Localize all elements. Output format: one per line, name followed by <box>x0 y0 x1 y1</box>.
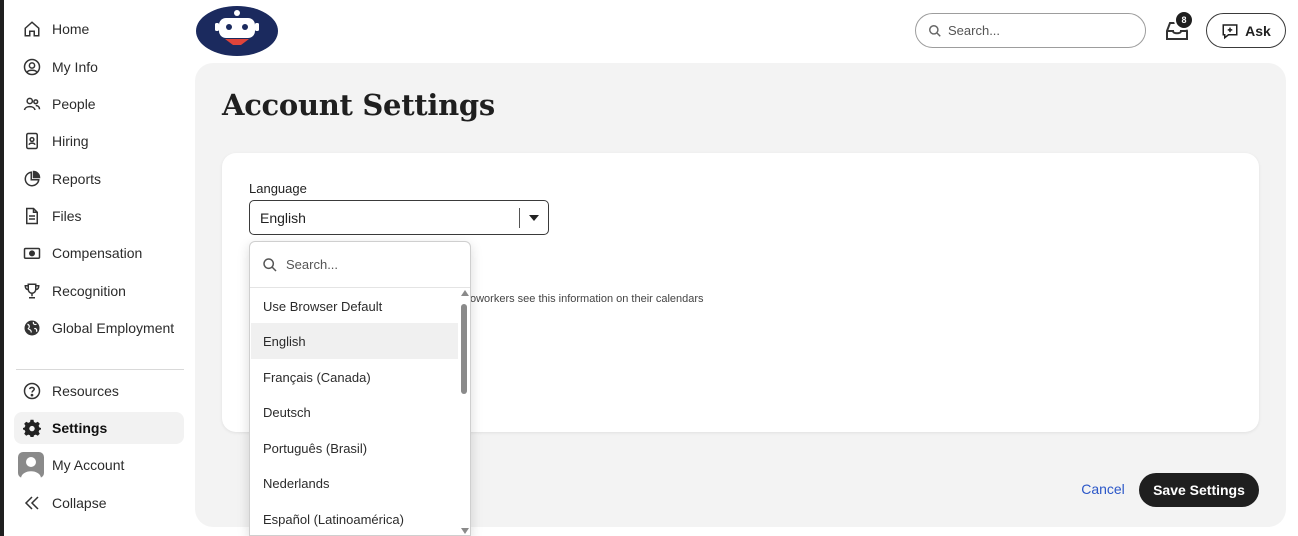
sidebar-divider <box>16 369 184 370</box>
avatar-icon <box>18 452 44 478</box>
save-settings-button[interactable]: Save Settings <box>1139 473 1259 507</box>
page-title: Account Settings <box>222 88 495 122</box>
sidebar-item-label: My Account <box>52 457 125 473</box>
double-chevron-left-icon <box>22 493 42 513</box>
sidebar-item-label: Hiring <box>52 133 89 149</box>
language-option[interactable]: Use Browser Default <box>251 288 458 324</box>
cancel-button[interactable]: Cancel <box>1076 478 1130 500</box>
help-circle-icon <box>22 381 42 401</box>
sidebar-item-collapse[interactable]: Collapse <box>14 487 184 519</box>
language-option[interactable]: Deutsch <box>251 394 458 430</box>
sidebar-item-hiring[interactable]: Hiring <box>14 125 184 157</box>
sidebar-item-resources[interactable]: Resources <box>14 375 184 407</box>
chevron-down-icon[interactable] <box>520 208 548 228</box>
sidebar-item-people[interactable]: People <box>14 88 184 120</box>
search-input[interactable] <box>948 23 1128 38</box>
language-option[interactable]: English <box>251 323 458 359</box>
sidebar-item-my-account[interactable]: My Account <box>14 449 184 481</box>
sidebar-item-compensation[interactable]: Compensation <box>14 237 184 269</box>
scroll-up-arrow-icon[interactable] <box>461 290 469 296</box>
language-option[interactable]: Español (Latinoamérica) <box>251 501 458 535</box>
global-search[interactable] <box>915 13 1146 48</box>
sidebar-item-settings[interactable]: Settings <box>14 412 184 444</box>
language-select-value: English <box>260 209 306 226</box>
sidebar-item-label: Files <box>52 208 82 224</box>
scroll-down-arrow-icon[interactable] <box>461 528 469 534</box>
sidebar: Home My Info People Hiring Reports Files <box>4 0 190 536</box>
sidebar-item-label: Home <box>52 21 90 37</box>
sidebar-item-my-info[interactable]: My Info <box>14 51 184 83</box>
language-label: Language <box>249 181 307 196</box>
sidebar-item-label: Resources <box>52 383 119 399</box>
pie-chart-icon <box>22 169 42 189</box>
dropdown-search-input[interactable] <box>286 257 456 272</box>
sidebar-item-label: My Info <box>52 59 98 75</box>
people-icon <box>22 94 42 114</box>
sidebar-item-label: Reports <box>52 171 102 187</box>
dropdown-search[interactable] <box>250 242 470 288</box>
language-option[interactable]: Português (Brasil) <box>251 430 458 466</box>
sidebar-item-label: People <box>52 96 96 112</box>
sidebar-item-label: Recognition <box>52 283 126 299</box>
sidebar-item-global-employment[interactable]: Global Employment <box>14 312 184 344</box>
scrollbar-thumb[interactable] <box>461 304 467 394</box>
user-circle-icon <box>22 57 42 77</box>
sidebar-item-reports[interactable]: Reports <box>14 163 184 195</box>
id-badge-icon <box>22 131 42 151</box>
money-icon <box>22 243 42 263</box>
language-dropdown: Use Browser Default English Français (Ca… <box>249 241 471 536</box>
globe-icon <box>22 318 42 338</box>
ask-label: Ask <box>1245 22 1271 39</box>
notification-badge: 8 <box>1174 10 1194 30</box>
language-select[interactable]: English <box>249 200 549 235</box>
sidebar-item-label: Compensation <box>52 245 143 261</box>
chat-plus-icon <box>1221 22 1239 40</box>
sidebar-item-label: Collapse <box>52 495 107 511</box>
trophy-icon <box>22 281 42 301</box>
search-icon <box>928 24 942 38</box>
sidebar-item-label: Global Employment <box>52 320 175 336</box>
sidebar-item-home[interactable]: Home <box>14 13 184 45</box>
language-option[interactable]: Nederlands <box>251 465 458 501</box>
helper-text: oworkers see this information on their c… <box>470 293 704 305</box>
sidebar-item-files[interactable]: Files <box>14 200 184 232</box>
ask-button[interactable]: Ask <box>1206 13 1286 48</box>
home-icon <box>22 19 42 39</box>
company-logo[interactable] <box>195 5 279 57</box>
sidebar-item-recognition[interactable]: Recognition <box>14 275 184 307</box>
file-icon <box>22 206 42 226</box>
language-option[interactable]: Français (Canada) <box>251 359 458 395</box>
gear-icon <box>22 418 42 438</box>
search-icon <box>262 257 278 273</box>
dropdown-scrollbar[interactable] <box>459 290 469 535</box>
sidebar-item-label: Settings <box>52 420 108 436</box>
